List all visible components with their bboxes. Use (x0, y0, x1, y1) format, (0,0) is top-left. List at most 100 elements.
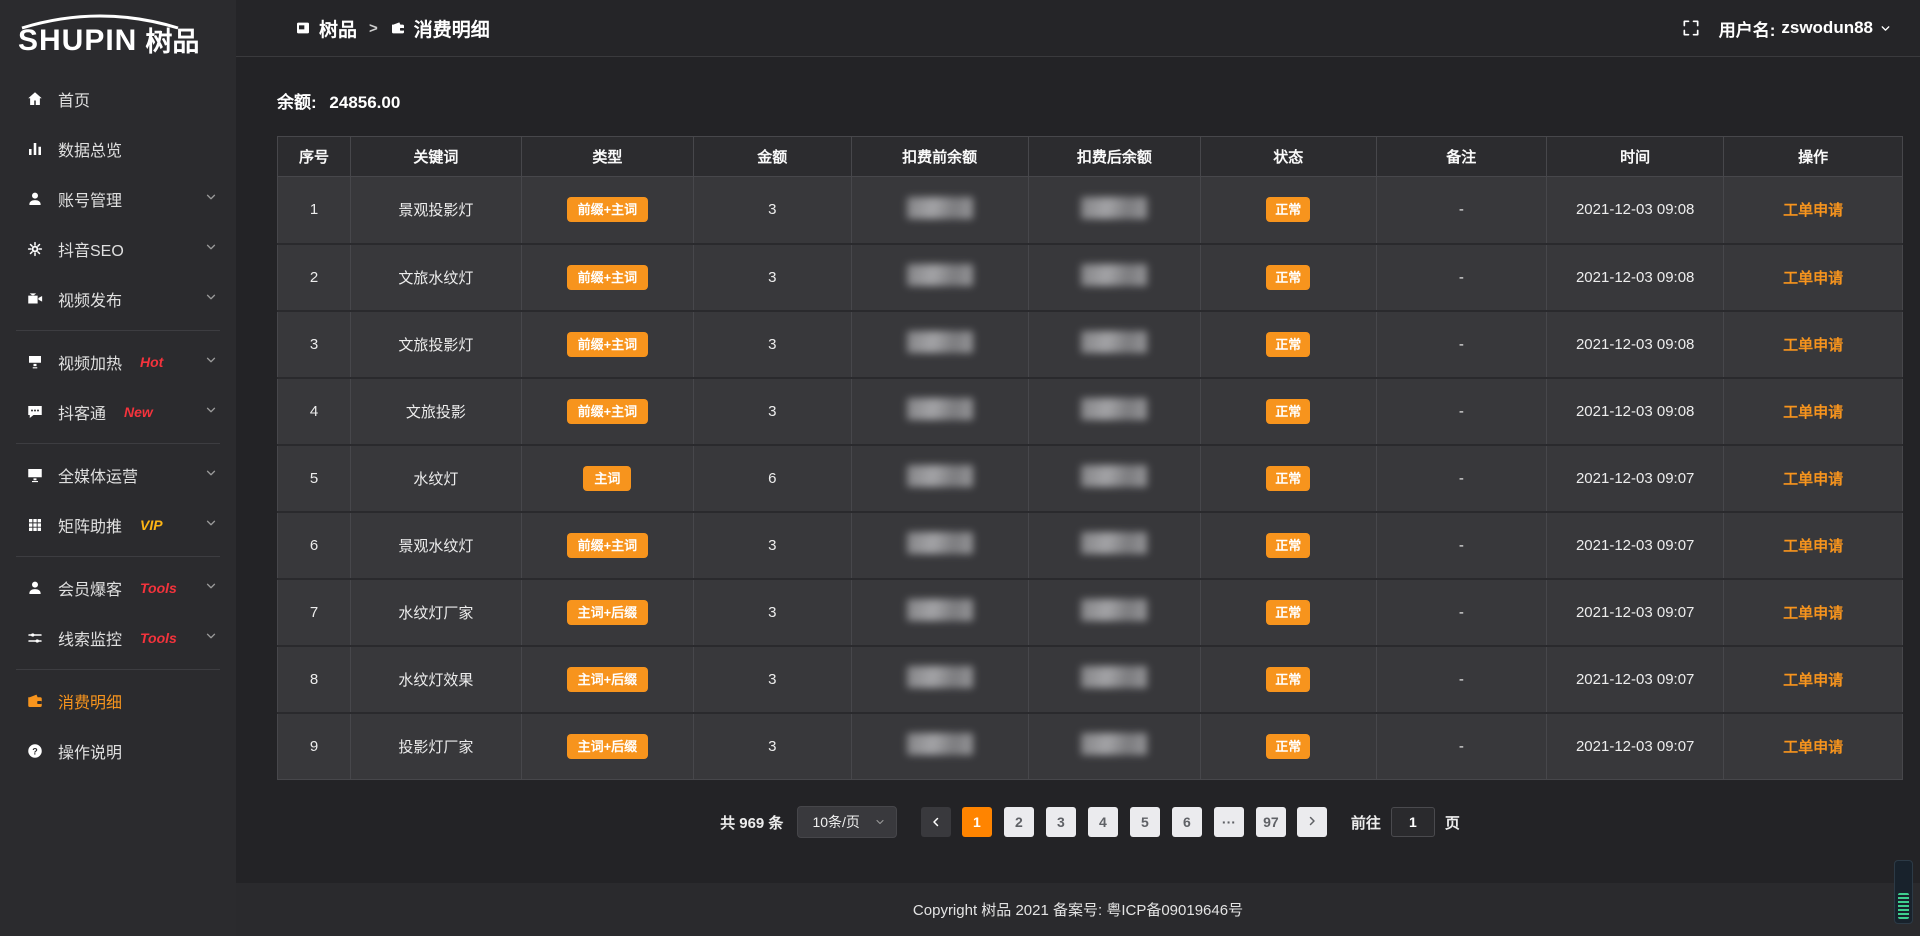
cell-keyword: 水纹灯 (351, 445, 522, 512)
bar-chart-icon (26, 140, 44, 158)
redacted-value (1081, 666, 1147, 688)
ticket-apply-link[interactable]: 工单申请 (1783, 605, 1843, 622)
page-button-97[interactable]: 97 (1256, 807, 1286, 837)
cell-status: 正常 (1201, 512, 1377, 579)
sidebar-item-matrix-boost[interactable]: 矩阵助推 VIP (0, 500, 236, 550)
cell-action: 工单申请 (1724, 512, 1903, 579)
chevron-down-icon (1879, 22, 1892, 35)
table-row: 3 文旅投影灯 前缀+主词 3 正常 - 2021-12-03 09:08 工单… (278, 311, 1903, 378)
tools-badge: Tools (140, 630, 177, 646)
cell-amount: 3 (694, 646, 852, 713)
sidebar-item-instructions[interactable]: ? 操作说明 (0, 726, 236, 776)
cell-balance-before (851, 713, 1028, 780)
username: zswodun88 (1781, 18, 1873, 38)
cell-time: 2021-12-03 09:08 (1547, 311, 1724, 378)
cell-index: 2 (278, 244, 351, 311)
page-button-5[interactable]: 5 (1130, 807, 1160, 837)
type-badge: 主词+后缀 (567, 734, 649, 759)
cell-amount: 3 (694, 512, 852, 579)
cell-action: 工单申请 (1724, 646, 1903, 713)
cell-balance-after (1028, 177, 1200, 244)
sidebar-item-member-leads[interactable]: 会员爆客 Tools (0, 563, 236, 613)
fullscreen-icon[interactable] (1681, 18, 1701, 38)
ticket-apply-link[interactable]: 工单申请 (1783, 672, 1843, 689)
cell-keyword: 景观投影灯 (351, 177, 522, 244)
goto-page-input[interactable] (1391, 807, 1435, 837)
cell-action: 工单申请 (1724, 713, 1903, 780)
table-row: 6 景观水纹灯 前缀+主词 3 正常 - 2021-12-03 09:07 工单… (278, 512, 1903, 579)
sidebar-item-douyin-seo[interactable]: 抖音SEO (0, 224, 236, 274)
status-badge: 正常 (1266, 332, 1310, 357)
logo-arc-icon (16, 14, 184, 30)
cell-balance-before (851, 512, 1028, 579)
cell-status: 正常 (1201, 244, 1377, 311)
video-camera-icon (26, 290, 44, 308)
ticket-apply-link[interactable]: 工单申请 (1783, 739, 1843, 756)
redacted-value (1081, 465, 1147, 487)
cell-balance-before (851, 445, 1028, 512)
page-ellipsis-button[interactable]: ··· (1214, 807, 1244, 837)
logo-text-cn: 树品 (145, 29, 199, 56)
sidebar: SHUPIN 树品 首页 数据总览 账号管理 抖音SEO 视频发布 (0, 0, 236, 936)
sidebar-item-home[interactable]: 首页 (0, 74, 236, 124)
ticket-apply-link[interactable]: 工单申请 (1783, 270, 1843, 287)
site-icon (295, 20, 311, 36)
breadcrumb-root[interactable]: 树品 (319, 15, 357, 42)
cell-amount: 3 (694, 311, 852, 378)
col-header-balance-after: 扣费后余额 (1028, 137, 1200, 177)
cell-status: 正常 (1201, 311, 1377, 378)
chevron-down-icon (204, 579, 218, 598)
total-count: 共 969 条 (720, 812, 783, 833)
page-button-4[interactable]: 4 (1088, 807, 1118, 837)
cell-type: 主词+后缀 (521, 713, 693, 780)
user-label: 用户名: (1719, 16, 1776, 41)
chevron-down-icon (204, 629, 218, 648)
page-button-2[interactable]: 2 (1004, 807, 1034, 837)
ticket-apply-link[interactable]: 工单申请 (1783, 404, 1843, 421)
cell-status: 正常 (1201, 646, 1377, 713)
cell-time: 2021-12-03 09:07 (1547, 713, 1724, 780)
next-page-button[interactable] (1297, 807, 1327, 837)
type-badge: 主词 (583, 466, 631, 491)
mini-widget-meter (1898, 893, 1909, 919)
cell-remark: - (1376, 445, 1547, 512)
ticket-apply-link[interactable]: 工单申请 (1783, 471, 1843, 488)
prev-page-button[interactable] (921, 807, 951, 837)
cell-status: 正常 (1201, 579, 1377, 646)
wallet-icon (390, 20, 406, 36)
cell-index: 4 (278, 378, 351, 445)
consumption-table: 序号 关键词 类型 金额 扣费前余额 扣费后余额 状态 备注 时间 操作 1 景… (277, 136, 1903, 780)
cell-index: 8 (278, 646, 351, 713)
ticket-apply-link[interactable]: 工单申请 (1783, 337, 1843, 354)
sidebar-item-doketong[interactable]: 抖客通 New (0, 387, 236, 437)
ticket-apply-link[interactable]: 工单申请 (1783, 538, 1843, 555)
user-icon (26, 190, 44, 208)
sidebar-item-consumption-detail[interactable]: 消费明细 (0, 676, 236, 726)
pagination: 共 969 条 10条/页 1 2 3 4 5 6 ··· 97 前往 页 (277, 806, 1903, 838)
user-menu[interactable]: 用户名: zswodun88 (1719, 16, 1892, 41)
goto-suffix: 页 (1445, 812, 1460, 833)
page-size-select[interactable]: 10条/页 (797, 806, 896, 838)
cell-time: 2021-12-03 09:07 (1547, 445, 1724, 512)
cell-action: 工单申请 (1724, 378, 1903, 445)
sidebar-item-clue-monitor[interactable]: 线索监控 Tools (0, 613, 236, 663)
page-button-6[interactable]: 6 (1172, 807, 1202, 837)
sidebar-item-video-heat[interactable]: 视频加热 Hot (0, 337, 236, 387)
page-button-1[interactable]: 1 (962, 807, 992, 837)
cell-balance-after (1028, 445, 1200, 512)
cell-time: 2021-12-03 09:07 (1547, 579, 1724, 646)
sidebar-divider (16, 330, 220, 331)
sidebar-item-video-publish[interactable]: 视频发布 (0, 274, 236, 324)
table-row: 9 投影灯厂家 主词+后缀 3 正常 - 2021-12-03 09:07 工单… (278, 713, 1903, 780)
page-button-3[interactable]: 3 (1046, 807, 1076, 837)
breadcrumb-current: 消费明细 (414, 15, 490, 42)
sidebar-item-omnimedia[interactable]: 全媒体运营 (0, 450, 236, 500)
ticket-apply-link[interactable]: 工单申请 (1783, 202, 1843, 219)
sidebar-item-account[interactable]: 账号管理 (0, 174, 236, 224)
redacted-value (907, 197, 973, 219)
cell-status: 正常 (1201, 445, 1377, 512)
cell-keyword: 投影灯厂家 (351, 713, 522, 780)
sidebar-item-data-overview[interactable]: 数据总览 (0, 124, 236, 174)
breadcrumb-separator: > (369, 20, 378, 37)
redacted-value (1081, 733, 1147, 755)
